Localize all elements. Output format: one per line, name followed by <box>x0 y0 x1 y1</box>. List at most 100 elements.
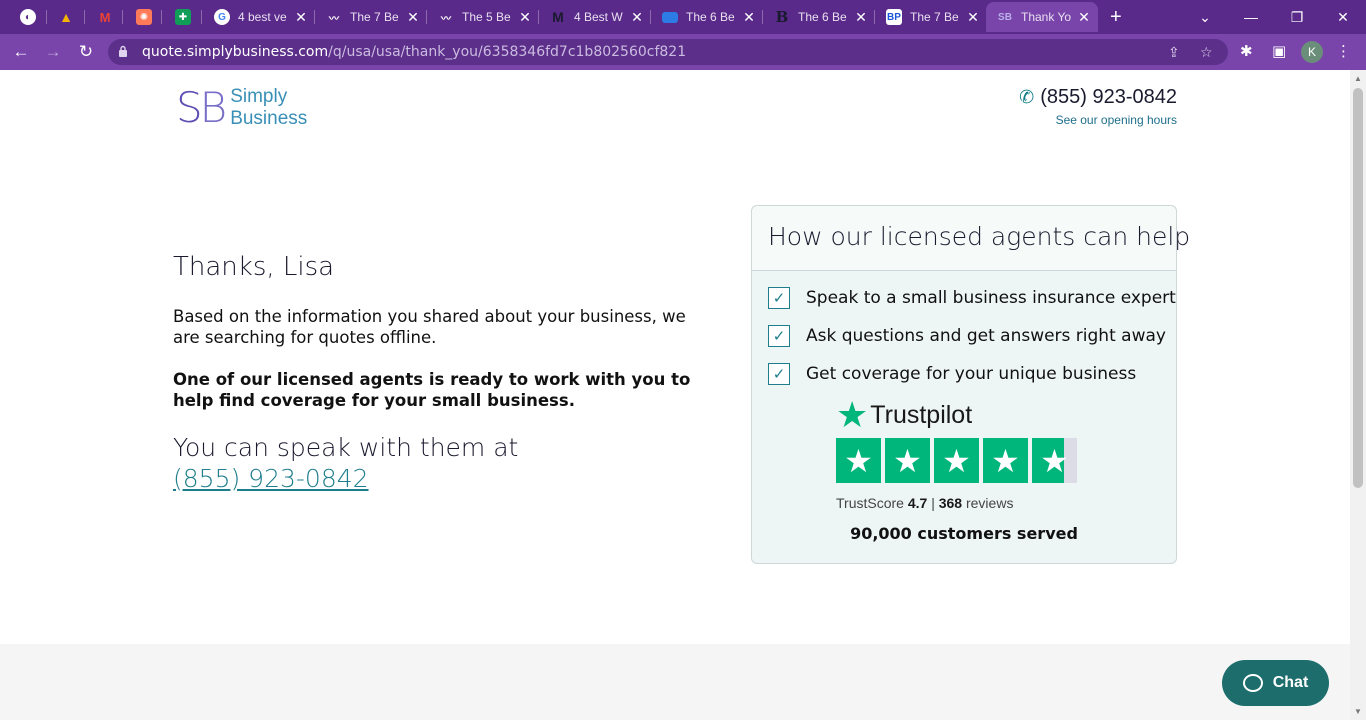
chevron-down-icon: ⌄ <box>1199 8 1211 25</box>
agents-help-card: How our licensed agents can help ✓ Speak… <box>751 205 1190 564</box>
bookmark-star-icon[interactable]: ☆ <box>1200 44 1213 61</box>
share-icon[interactable]: ⇪ <box>1168 44 1180 61</box>
tab-title: The 6 Be <box>686 10 735 24</box>
greeting-heading: Thanks, Lisa <box>173 252 335 282</box>
close-tab-icon[interactable]: ✕ <box>966 9 980 26</box>
scrollbar-thumb[interactable] <box>1353 88 1363 488</box>
agent-paragraph: One of our licensed agents is ready to w… <box>173 370 691 410</box>
trustpilot-brand: Trustpilot <box>870 400 973 429</box>
sb-icon: SB <box>998 11 1012 23</box>
close-tab-icon[interactable]: ✕ <box>742 9 756 26</box>
tab-divider <box>314 10 315 24</box>
restore-button[interactable]: ❐ <box>1274 0 1320 34</box>
url-text: quote.simplybusiness.com/q/usa/usa/thank… <box>142 44 686 60</box>
header-phone[interactable]: ✆ (855) 923-0842 <box>1019 86 1177 109</box>
tab-pinned-3[interactable]: M <box>97 2 113 32</box>
close-tab-icon[interactable]: ✕ <box>518 9 532 26</box>
tab-divider <box>84 10 85 24</box>
arrow-left-icon: ← <box>12 42 30 61</box>
tab-article-2[interactable]: 〰 The 5 Be ✕ <box>438 2 532 32</box>
scroll-up-icon[interactable]: ▲ <box>1354 74 1362 83</box>
extensions-puzzle-icon[interactable]: ✱ <box>1240 42 1253 60</box>
reload-button[interactable]: ↻ <box>74 40 98 64</box>
card-title: How our licensed agents can help <box>752 206 1190 271</box>
phone-icon: ✆ <box>1019 87 1035 107</box>
checkbox-check-icon: ✓ <box>768 363 790 385</box>
agent-phone-link[interactable]: (855) 923-0842 <box>173 464 369 493</box>
close-window-button[interactable]: ✕ <box>1320 0 1366 34</box>
checkbox-check-icon: ✓ <box>768 287 790 309</box>
plus-icon: + <box>1110 5 1122 28</box>
close-tab-icon[interactable]: ✕ <box>294 9 308 26</box>
tab-divider <box>874 10 875 24</box>
back-button[interactable]: ← <box>9 40 33 64</box>
url-path: /q/usa/usa/thank_you/6358346fd7c1b802560… <box>328 44 687 60</box>
benefit-item: ✓ Get coverage for your unique business <box>768 363 1136 385</box>
url-host: quote.simplybusiness.com <box>142 44 329 60</box>
kebab-menu-icon[interactable]: ⋮ <box>1336 42 1351 60</box>
checkbox-check-icon: ✓ <box>768 325 790 347</box>
restore-icon: ❐ <box>1290 8 1304 25</box>
tab-article-5[interactable]: B The 6 Be ✕ <box>774 2 868 32</box>
header-contact: ✆ (855) 923-0842 See our opening hours <box>1019 86 1177 127</box>
tab-title: The 5 Be <box>462 10 511 24</box>
close-tab-icon[interactable]: ✕ <box>854 9 868 26</box>
gmail-icon: M <box>99 9 111 25</box>
address-bar[interactable]: quote.simplybusiness.com/q/usa/usa/thank… <box>108 39 1228 65</box>
benefit-item: ✓ Ask questions and get answers right aw… <box>768 325 1166 347</box>
drive-icon: ▲ <box>59 9 73 25</box>
tab-divider <box>538 10 539 24</box>
trustpilot-rating-stars: ★ ★ ★ ★ ★ <box>836 438 1077 483</box>
reviews-count: 368 <box>938 495 963 511</box>
tab-pinned-2[interactable]: ▲ <box>58 2 74 32</box>
arrow-right-icon: → <box>44 42 62 61</box>
tab-article-4[interactable]: The 6 Be ✕ <box>662 2 756 32</box>
b-icon: B <box>775 8 789 26</box>
opening-hours-link[interactable]: See our opening hours <box>1019 113 1177 127</box>
simply-business-logo[interactable]: SB Simply Business <box>176 86 307 130</box>
benefit-label: Get coverage for your unique business <box>806 364 1137 384</box>
trustscore-value: 4.7 <box>907 495 928 511</box>
new-tab-button[interactable]: + <box>1110 2 1122 32</box>
tab-search-button[interactable]: ⌄ <box>1182 0 1228 34</box>
tab-title: 4 Best W <box>574 10 623 24</box>
trustscore-label: TrustScore <box>836 495 904 511</box>
tab-divider <box>46 10 47 24</box>
rating-star-partial-icon: ★ <box>1032 438 1077 483</box>
minimize-button[interactable]: — <box>1228 0 1274 34</box>
bp-icon: BP <box>886 9 902 25</box>
tab-title: 4 best ve <box>238 10 287 24</box>
rating-star-icon: ★ <box>934 438 979 483</box>
forward-button[interactable]: → <box>41 40 65 64</box>
tab-article-6[interactable]: BP The 7 Be ✕ <box>886 2 980 32</box>
scroll-down-icon[interactable]: ▼ <box>1354 707 1362 716</box>
tab-divider <box>650 10 651 24</box>
chat-button[interactable]: Chat <box>1222 660 1329 706</box>
tab-divider <box>122 10 123 24</box>
rating-star-icon: ★ <box>836 438 881 483</box>
close-tab-icon[interactable]: ✕ <box>630 9 644 26</box>
tab-google[interactable]: G 4 best ve ✕ <box>214 2 308 32</box>
tab-title: Thank Yo <box>1021 10 1071 24</box>
tab-article-1[interactable]: 〰 The 7 Be ✕ <box>326 2 420 32</box>
tab-title: The 7 Be <box>910 10 959 24</box>
close-icon: ✕ <box>1337 8 1349 25</box>
tab-article-3[interactable]: M 4 Best W ✕ <box>550 2 644 32</box>
close-tab-icon[interactable]: ✕ <box>1077 9 1091 26</box>
close-tab-icon[interactable]: ✕ <box>406 9 420 26</box>
rating-star-icon: ★ <box>983 438 1028 483</box>
page-scrollbar[interactable]: ▲ ▼ <box>1350 70 1366 720</box>
browser-toolbar: ← → ↻ quote.simplybusiness.com/q/usa/usa… <box>0 34 1366 70</box>
tab-divider <box>762 10 763 24</box>
chat-bubble-icon <box>1242 674 1263 692</box>
google-icon: G <box>214 9 230 25</box>
tab-pinned-4[interactable]: ✺ <box>136 2 152 32</box>
tab-pinned-1[interactable]: ◐ <box>20 2 36 32</box>
side-panel-icon[interactable]: ▣ <box>1272 42 1286 60</box>
reviews-label: reviews <box>965 495 1014 511</box>
profile-avatar[interactable]: K <box>1301 41 1323 63</box>
logo-letter-b: B <box>199 83 227 132</box>
tab-pinned-5[interactable]: ✚ <box>175 2 191 32</box>
trustpilot-widget[interactable]: ★ Trustpilot ★ ★ ★ ★ ★ TrustScore 4.7 | 3… <box>836 397 1077 511</box>
tab-thank-you-active[interactable]: SB Thank Yo ✕ <box>986 2 1098 32</box>
